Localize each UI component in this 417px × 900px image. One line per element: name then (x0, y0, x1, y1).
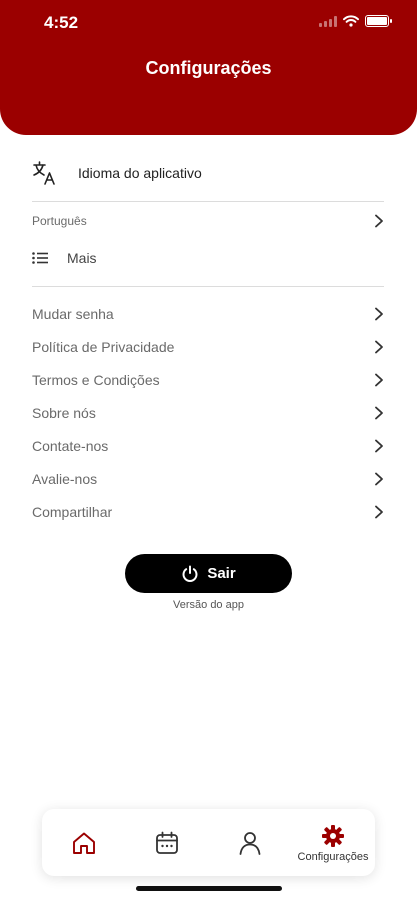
tab-calendar[interactable] (147, 809, 187, 876)
wifi-icon (343, 15, 359, 27)
menu-item-privacy-policy[interactable]: Política de Privacidade (32, 335, 384, 359)
menu-item-label: Contate-nos (32, 438, 109, 454)
tab-settings[interactable]: Configurações (291, 809, 375, 876)
divider (32, 201, 384, 202)
menu-item-label: Termos e Condições (32, 372, 160, 388)
chevron-right-icon (375, 406, 383, 420)
status-icons (319, 15, 392, 27)
divider (32, 286, 384, 287)
chevron-right-icon (375, 439, 383, 453)
app-version: Versão do app (173, 599, 244, 611)
power-icon (182, 565, 198, 582)
bottom-tab-bar: Configurações (42, 809, 375, 876)
menu-item-label: Política de Privacidade (32, 339, 175, 355)
translate-icon (33, 161, 55, 185)
page-title: Configurações (145, 58, 272, 78)
more-label: Mais (67, 250, 97, 266)
cellular-signal-icon (319, 15, 337, 27)
menu-item-about-us[interactable]: Sobre nós (32, 401, 384, 425)
profile-icon (239, 831, 261, 855)
chevron-right-icon (375, 307, 383, 321)
more-item[interactable]: Mais (32, 246, 97, 270)
logout-button[interactable]: Sair (125, 554, 292, 593)
language-label: Idioma do aplicativo (78, 165, 202, 181)
menu-item-label: Compartilhar (32, 504, 113, 520)
menu-item-contact-us[interactable]: Contate-nos (32, 434, 384, 458)
menu-item-rate-us[interactable]: Avalie-nos (32, 467, 384, 491)
chevron-right-icon (375, 373, 383, 387)
home-icon (73, 832, 95, 854)
language-value: Português (32, 214, 87, 228)
chevron-right-icon (375, 214, 383, 228)
logout-label: Sair (207, 565, 236, 582)
battery-icon (365, 15, 392, 27)
chevron-right-icon (375, 505, 383, 519)
tab-profile[interactable] (230, 809, 270, 876)
chevron-right-icon (375, 472, 383, 486)
chevron-right-icon (375, 340, 383, 354)
list-icon (32, 252, 48, 264)
menu-item-label: Avalie-nos (32, 471, 98, 487)
gear-icon (322, 824, 344, 847)
menu-item-label: Mudar senha (32, 306, 114, 322)
language-selector[interactable]: Português (32, 209, 384, 233)
language-section: Idioma do aplicativo (32, 156, 384, 190)
home-indicator (136, 886, 282, 891)
header: 4:52 Configurações (0, 0, 417, 135)
menu-item-label: Sobre nós (32, 405, 96, 421)
tab-home[interactable] (64, 809, 104, 876)
menu-item-share[interactable]: Compartilhar (32, 500, 384, 524)
calendar-icon (156, 831, 178, 854)
tab-settings-label: Configurações (297, 850, 369, 863)
menu-item-terms[interactable]: Termos e Condições (32, 368, 384, 392)
status-time: 4:52 (44, 13, 79, 32)
menu-item-change-password[interactable]: Mudar senha (32, 302, 384, 326)
